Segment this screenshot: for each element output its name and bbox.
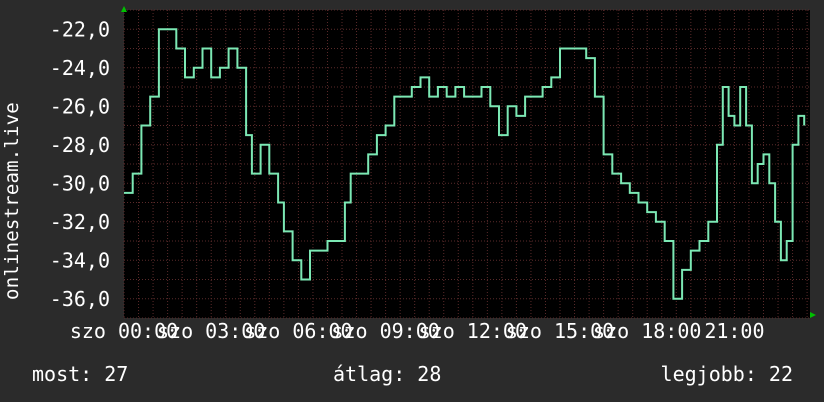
y-tick-label: -36,0	[50, 287, 110, 311]
y-axis-arrow	[121, 6, 127, 12]
y-tick-label: -24,0	[50, 56, 110, 80]
y-tick-label: -28,0	[50, 133, 110, 157]
y-tick-label: -30,0	[50, 171, 110, 195]
y-tick-label: -34,0	[50, 248, 110, 272]
footer-current: most: 27	[32, 362, 129, 386]
line-chart: -22,0 -24,0 -26,0 -28,0 -30,0 -32,0 -34,0 -36,0…	[50, 6, 816, 343]
x-tick-label: 21:00	[704, 319, 764, 343]
y-tick-label: -22,0	[50, 17, 110, 41]
y-tick-label: -32,0	[50, 210, 110, 234]
x-axis-arrow	[810, 312, 816, 318]
x-tick-label: szo 18:00	[593, 319, 701, 343]
footer-average: átlag: 28	[333, 362, 442, 386]
y-tick-label: -26,0	[50, 94, 110, 118]
y-axis-title: onlinestream.live	[1, 102, 23, 300]
footer-best: legjobb: 22	[660, 362, 793, 386]
chart-panel: -22,0 -24,0 -26,0 -28,0 -30,0 -32,0 -34,0 -36,0…	[0, 0, 824, 402]
